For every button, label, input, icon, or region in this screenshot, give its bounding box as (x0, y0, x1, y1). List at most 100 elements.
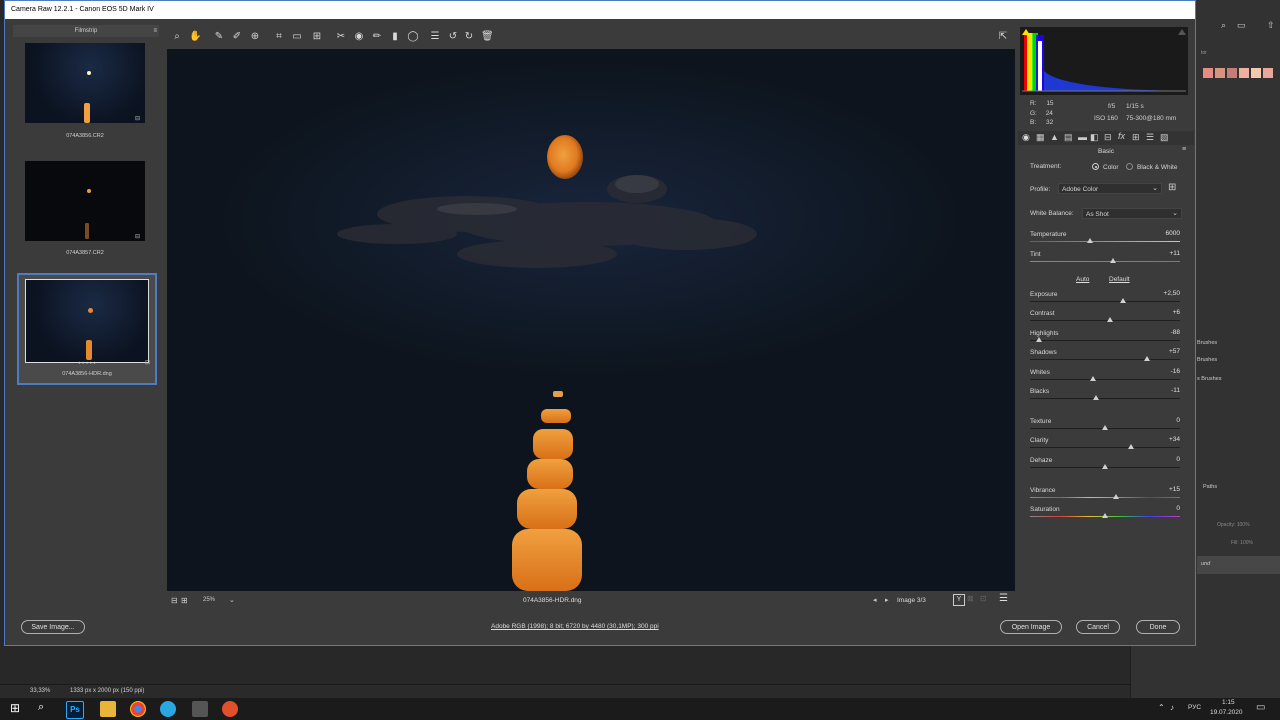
swatch[interactable] (1263, 68, 1273, 78)
slider-knob-texture[interactable] (1102, 425, 1108, 430)
tab-paths[interactable]: Paths (1203, 484, 1217, 490)
slider-value-clarity[interactable]: +34 (1154, 436, 1180, 445)
chrome-icon[interactable] (130, 701, 146, 717)
slider-track-blacks[interactable] (1030, 398, 1180, 399)
chevron-down-icon[interactable]: ⌄ (229, 596, 235, 604)
zoom-level[interactable]: 25% (203, 597, 215, 603)
red-eye-icon[interactable]: ◉ (353, 31, 365, 43)
slider-knob-exposure[interactable] (1120, 298, 1126, 303)
copy-settings-icon[interactable]: ⊡ (980, 594, 987, 603)
slider-value-saturation[interactable]: 0 (1154, 505, 1180, 514)
ps-zoom[interactable]: 33,33% (30, 688, 50, 694)
language-indicator[interactable]: РУС (1188, 704, 1201, 711)
panel-menu-icon[interactable]: ≡ (1182, 146, 1186, 153)
slider-value-blacks[interactable]: -11 (1154, 387, 1180, 396)
tab-hsl-icon[interactable]: ▤ (1064, 132, 1073, 143)
telegram-icon[interactable] (160, 701, 176, 717)
workspace-icon[interactable]: ▭ (1237, 20, 1246, 31)
white-balance-select[interactable]: As Shot ⌄ (1082, 208, 1182, 219)
clock-time[interactable]: 1:15 (1222, 699, 1235, 706)
layer-row[interactable]: und (1197, 556, 1280, 574)
fill-field[interactable]: Fill: 100% (1231, 540, 1253, 546)
rotate-right-icon[interactable]: ↻ (463, 31, 475, 43)
slider-track-exposure[interactable] (1030, 301, 1180, 302)
swatch[interactable] (1239, 68, 1249, 78)
slider-value-dehaze[interactable]: 0 (1154, 456, 1180, 465)
slider-value-whites[interactable]: -16 (1154, 368, 1180, 377)
swatch[interactable] (1251, 68, 1261, 78)
app-icon[interactable] (222, 701, 238, 717)
filmstrip-item-selected[interactable]: • • • • • ⊟ 074A3856-HDR.dng (17, 273, 157, 385)
zoom-in-icon[interactable]: ⊞ (181, 596, 188, 605)
slider-track-highlights[interactable] (1030, 340, 1180, 341)
trash-icon[interactable]: 🗑 (481, 31, 494, 43)
treatment-color-radio[interactable] (1092, 163, 1099, 170)
white-balance-icon[interactable]: ✎ (213, 31, 225, 43)
rating-stars[interactable]: • • • • • (19, 361, 155, 367)
open-image-button[interactable]: Open Image (1000, 620, 1062, 634)
volume-icon[interactable]: ♪ (1170, 703, 1174, 712)
fullscreen-icon[interactable]: ⇱ (997, 31, 1009, 43)
done-button[interactable]: Done (1136, 620, 1180, 634)
search-icon[interactable]: ⌕ (38, 701, 44, 714)
transform-icon[interactable]: ⊞ (311, 31, 323, 43)
filmstrip-item[interactable]: ⊟ 074A3856.CR2 (15, 39, 155, 149)
spot-removal-icon[interactable]: ✂ (335, 31, 347, 43)
tab-basic-icon[interactable]: ◉ (1022, 132, 1030, 143)
straighten-icon[interactable]: ▭ (291, 31, 303, 43)
next-image-icon[interactable]: ▸ (885, 596, 889, 604)
slider-track-whites[interactable] (1030, 379, 1180, 380)
hand-icon[interactable]: ✋ (189, 31, 201, 43)
image-preview[interactable] (167, 49, 1015, 591)
workflow-options-link[interactable]: Adobe RGB (1998); 8 bit; 6720 by 4480 (3… (491, 623, 659, 630)
tab-tone-curve-icon[interactable]: ▦ (1036, 132, 1045, 143)
swatch[interactable] (1215, 68, 1225, 78)
slider-knob-dehaze[interactable] (1102, 464, 1108, 469)
zoom-icon[interactable]: ⌕ (171, 31, 183, 43)
tab-lens-icon[interactable]: ◧ (1090, 132, 1099, 143)
slider-knob-tint[interactable] (1109, 258, 1116, 263)
profile-browser-icon[interactable]: ⊞ (1168, 182, 1176, 193)
presets-icon[interactable]: ☰ (429, 31, 441, 43)
profile-select[interactable]: Adobe Color ⌄ (1058, 183, 1162, 194)
rotate-left-icon[interactable]: ↺ (447, 31, 459, 43)
slider-track-vibrance[interactable] (1030, 497, 1180, 498)
app-icon[interactable] (192, 701, 208, 717)
slider-value-highlights[interactable]: -88 (1154, 329, 1180, 338)
default-button[interactable]: Default (1109, 276, 1130, 283)
clock-date[interactable]: 19.07.2020 (1210, 709, 1243, 716)
swatch[interactable] (1227, 68, 1237, 78)
slider-track-clarity[interactable] (1030, 447, 1180, 448)
start-icon[interactable]: ⊞ (10, 701, 20, 715)
notifications-icon[interactable]: ▭ (1256, 702, 1265, 713)
graduated-filter-icon[interactable]: ▮ (389, 31, 401, 43)
search-icon[interactable]: ⌕ (1221, 20, 1226, 31)
slider-value-exposure[interactable]: +2,50 (1154, 290, 1180, 299)
previous-image-icon[interactable]: ◂ (873, 596, 877, 604)
slider-value-temperature[interactable]: 6000 (1154, 230, 1180, 239)
save-image-button[interactable]: Save Image... (21, 620, 85, 634)
tab-snapshots-icon[interactable]: ▧ (1160, 132, 1169, 143)
slider-value-contrast[interactable]: +6 (1154, 309, 1180, 318)
photoshop-taskbar-icon[interactable]: Ps (66, 701, 84, 719)
slider-knob-clarity[interactable] (1127, 444, 1134, 449)
slider-track-tint[interactable] (1030, 261, 1180, 262)
slider-value-tint[interactable]: +11 (1154, 250, 1180, 259)
slider-track-contrast[interactable] (1030, 320, 1180, 321)
slider-knob-highlights[interactable] (1036, 337, 1042, 342)
file-explorer-icon[interactable] (100, 701, 116, 717)
tray-chevron-icon[interactable]: ⌃ (1158, 703, 1165, 712)
slider-value-texture[interactable]: 0 (1154, 417, 1180, 426)
before-after-icon[interactable]: Y (953, 594, 965, 606)
tab-effects-icon[interactable]: fx (1118, 131, 1125, 141)
slider-knob-blacks[interactable] (1093, 395, 1099, 400)
color-sampler-icon[interactable]: ✐ (231, 31, 243, 43)
settings-icon[interactable]: ☰ (999, 593, 1008, 604)
slider-knob-vibrance[interactable] (1112, 494, 1119, 499)
auto-button[interactable]: Auto (1076, 276, 1089, 283)
treatment-bw-radio[interactable] (1126, 163, 1133, 170)
radial-filter-icon[interactable]: ◯ (407, 31, 419, 43)
slider-knob-saturation[interactable] (1102, 513, 1108, 518)
slider-value-shadows[interactable]: +57 (1154, 348, 1180, 357)
filmstrip-item[interactable]: ⊟ 074A3857.CR2 (15, 157, 155, 267)
